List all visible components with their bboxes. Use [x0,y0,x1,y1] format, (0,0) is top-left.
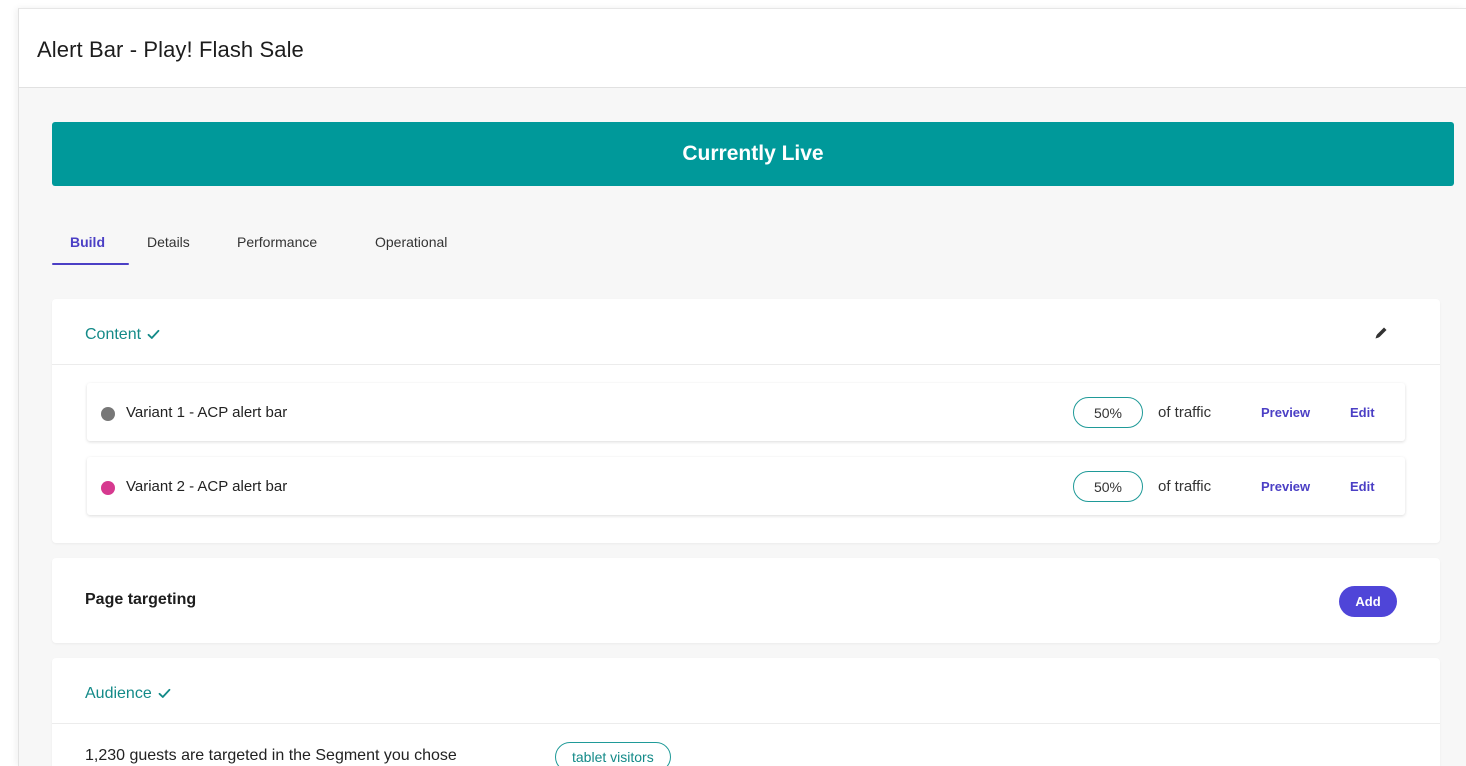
audience-section-title: Audience [85,685,152,702]
preview-link[interactable]: Preview [1261,405,1310,420]
page-title: Alert Bar - Play! Flash Sale [37,37,304,62]
variant-row: Variant 1 - ACP alert bar 50% of traffic… [87,383,1405,441]
tab-build[interactable]: Build [70,229,105,267]
traffic-label: of traffic [1158,404,1212,421]
variant-color-dot [101,481,115,495]
audience-description: 1,230 guests are targeted in the Segment… [85,747,457,764]
checkmark-icon [158,686,171,702]
pencil-icon[interactable] [1372,324,1390,342]
content-divider [52,364,1440,365]
tab-details[interactable]: Details [147,229,190,267]
campaign-window: Alert Bar - Play! Flash Sale Currently L… [18,8,1466,766]
variant-name: Variant 1 - ACP alert bar [126,404,288,421]
audience-section: Audience 1,230 guests are targeted in th… [52,658,1440,766]
page-targeting-section: Page targeting Add [52,558,1440,643]
checkmark-icon [147,327,160,343]
edit-link[interactable]: Edit [1350,479,1375,494]
content-section: Content Variant 1 - ACP alert bar 50% of… [52,299,1440,543]
audience-section-header[interactable]: Audience [85,685,171,703]
edit-link[interactable]: Edit [1350,405,1375,420]
header-bar: Alert Bar - Play! Flash Sale [19,9,1466,88]
traffic-percent-input[interactable]: 50% [1073,471,1143,502]
variant-row: Variant 2 - ACP alert bar 50% of traffic… [87,457,1405,515]
segment-chip[interactable]: tablet visitors [555,742,671,766]
add-page-targeting-button[interactable]: Add [1339,586,1397,617]
content-section-title: Content [85,326,142,343]
status-banner: Currently Live [52,122,1454,186]
variant-color-dot [101,407,115,421]
tab-operational[interactable]: Operational [375,229,447,267]
preview-link[interactable]: Preview [1261,479,1310,494]
content-section-header[interactable]: Content [85,326,160,344]
traffic-label: of traffic [1158,478,1212,495]
tab-performance[interactable]: Performance [237,229,317,267]
status-banner-label: Currently Live [682,142,824,165]
page-targeting-title: Page targeting [85,591,197,608]
variant-name: Variant 2 - ACP alert bar [126,478,288,495]
audience-divider [52,723,1440,724]
traffic-percent-input[interactable]: 50% [1073,397,1143,428]
active-tab-indicator [52,263,129,265]
